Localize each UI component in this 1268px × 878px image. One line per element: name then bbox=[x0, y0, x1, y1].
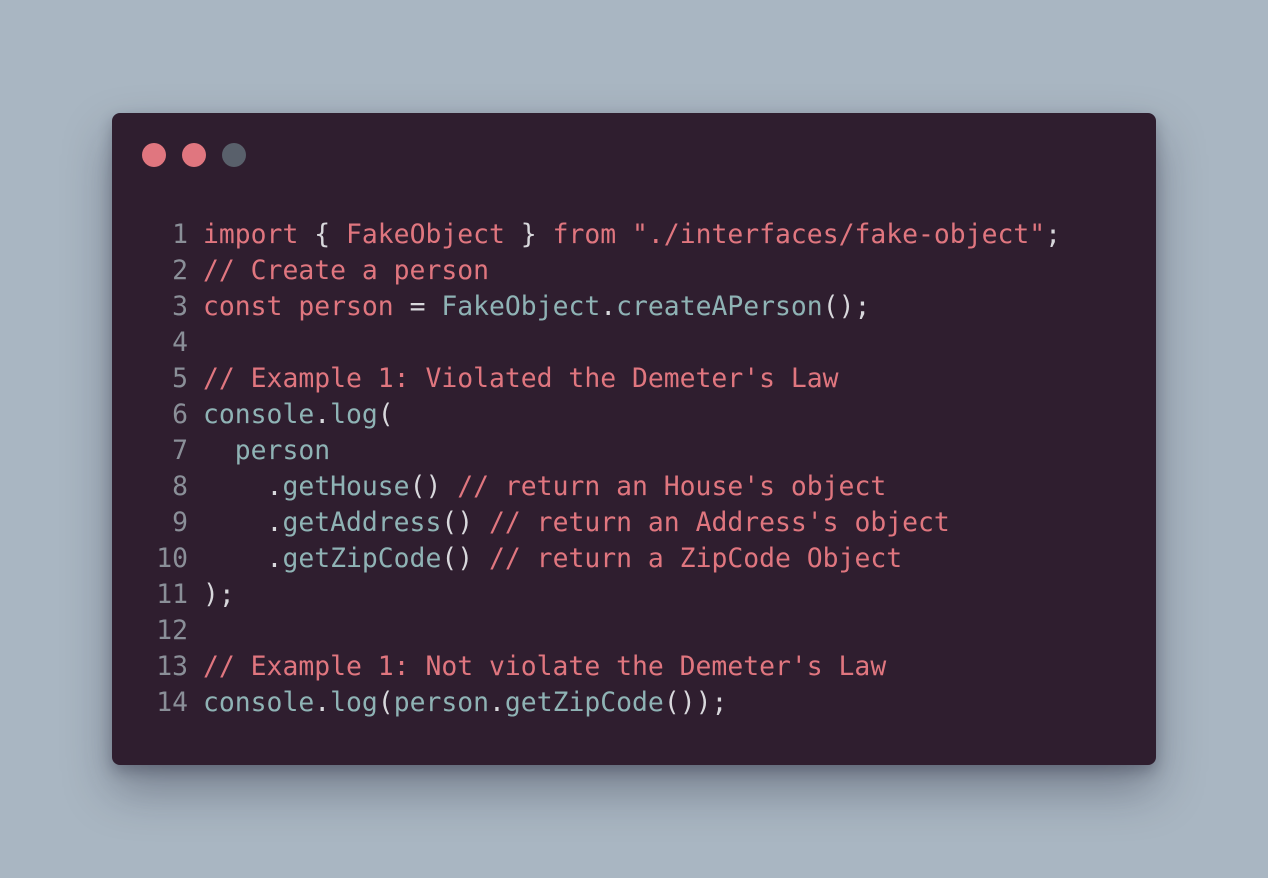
code-token: . bbox=[314, 399, 331, 430]
close-dot-icon[interactable] bbox=[142, 143, 166, 167]
code-line: 3 const person = FakeObject.createAPerson… bbox=[140, 289, 870, 325]
code-token: import bbox=[203, 219, 299, 250]
line-number: 10 bbox=[156, 543, 188, 574]
code-token: person bbox=[298, 291, 394, 322]
line-number: 2 bbox=[172, 255, 188, 286]
line-number: 1 bbox=[172, 219, 188, 250]
code-token: . bbox=[203, 471, 283, 502]
line-source: // Example 1: Not violate the Demeter's … bbox=[203, 649, 886, 685]
code-line: 9 .getAddress() // return an Address's o… bbox=[140, 505, 950, 541]
code-token: . bbox=[600, 291, 617, 322]
code-token: . bbox=[314, 687, 331, 718]
line-source: const person = FakeObject.createAPerson(… bbox=[203, 289, 870, 325]
code-token: log bbox=[330, 687, 378, 718]
code-token: console bbox=[203, 687, 315, 718]
line-number: 9 bbox=[172, 507, 188, 538]
code-token: from bbox=[552, 219, 617, 250]
code-token: // Create a person bbox=[203, 255, 489, 286]
code-token: FakeObject bbox=[346, 219, 505, 250]
code-token: ()); bbox=[663, 687, 728, 718]
line-number: 7 bbox=[172, 435, 188, 466]
line-source: // Example 1: Violated the Demeter's Law bbox=[203, 361, 839, 397]
code-token: // return an Address's object bbox=[489, 507, 950, 538]
code-token: getZipCode bbox=[282, 543, 442, 574]
code-token: getZipCode bbox=[504, 687, 664, 718]
code-token: ); bbox=[203, 579, 235, 610]
code-token: FakeObject bbox=[441, 291, 601, 322]
line-number: 6 bbox=[172, 399, 188, 430]
code-token: createAPerson bbox=[616, 291, 823, 322]
line-number: 13 bbox=[156, 651, 188, 682]
line-source: .getAddress() // return an Address's obj… bbox=[203, 505, 950, 541]
code-token: . bbox=[203, 507, 283, 538]
code-line: 2 // Create a person bbox=[140, 253, 489, 289]
code-line: 7 person bbox=[140, 433, 330, 469]
line-source: ); bbox=[203, 577, 235, 613]
line-number: 11 bbox=[156, 579, 188, 610]
code-token: person bbox=[234, 435, 331, 466]
code-line: 1 import { FakeObject } from "./interface… bbox=[140, 217, 1061, 253]
code-token: // return a ZipCode Object bbox=[489, 543, 903, 574]
line-source: console.log(person.getZipCode()); bbox=[203, 685, 727, 721]
code-token: () bbox=[441, 507, 490, 538]
maximize-dot-icon[interactable] bbox=[222, 143, 246, 167]
code-token: getAddress bbox=[282, 507, 442, 538]
code-line: 11); bbox=[140, 577, 235, 613]
line-source: import { FakeObject } from "./interfaces… bbox=[203, 217, 1061, 253]
code-token: "./interfaces/fake-object" bbox=[632, 219, 1046, 250]
line-source: // Create a person bbox=[203, 253, 489, 289]
line-number: 8 bbox=[172, 471, 188, 502]
code-line: 6 console.log( bbox=[140, 397, 394, 433]
code-token: getHouse bbox=[282, 471, 410, 502]
code-token: // Example 1: Violated the Demeter's Law bbox=[203, 363, 839, 394]
line-source: .getZipCode() // return a ZipCode Object bbox=[203, 541, 903, 577]
code-line: 4 bbox=[140, 325, 188, 361]
code-token: . bbox=[203, 543, 283, 574]
code-line: 10 .getZipCode() // return a ZipCode Obj… bbox=[140, 541, 902, 577]
code-line: 12 bbox=[140, 613, 188, 649]
code-line: 5 // Example 1: Violated the Demeter's La… bbox=[140, 361, 838, 397]
minimize-dot-icon[interactable] bbox=[182, 143, 206, 167]
code-token: . bbox=[489, 687, 505, 718]
code-token: ( bbox=[377, 399, 394, 430]
code-token: // return an House's object bbox=[457, 471, 887, 502]
code-token: { bbox=[314, 219, 331, 250]
line-source: .getHouse() // return an House's object bbox=[203, 469, 887, 505]
code-token: () bbox=[409, 471, 458, 502]
code-token: ( bbox=[377, 687, 394, 718]
code-token: = bbox=[393, 291, 442, 322]
line-number: 14 bbox=[156, 687, 188, 718]
line-number: 4 bbox=[172, 327, 188, 358]
code-token: // Example 1: Not violate the Demeter's … bbox=[203, 651, 887, 682]
code-token: (); bbox=[822, 291, 871, 322]
line-number: 5 bbox=[172, 363, 188, 394]
code-token: person bbox=[393, 687, 490, 718]
code-line: 14 console.log(person.getZipCode()); bbox=[140, 685, 727, 721]
line-number: 3 bbox=[172, 291, 188, 322]
line-source: console.log( bbox=[203, 397, 394, 433]
line-number: 12 bbox=[156, 615, 188, 646]
code-token: console bbox=[203, 399, 315, 430]
code-token: } bbox=[520, 219, 537, 250]
code-token: () bbox=[441, 543, 490, 574]
code-token: log bbox=[330, 399, 378, 430]
line-source: person bbox=[203, 433, 330, 469]
code-token: const bbox=[203, 291, 283, 322]
code-line: 13 // Example 1: Not violate the Demeter'… bbox=[140, 649, 886, 685]
code-token: ; bbox=[1045, 219, 1062, 250]
code-line: 8 .getHouse() // return an House's objec… bbox=[140, 469, 886, 505]
code-block: 1 import { FakeObject } from "./interface… bbox=[140, 217, 1061, 721]
